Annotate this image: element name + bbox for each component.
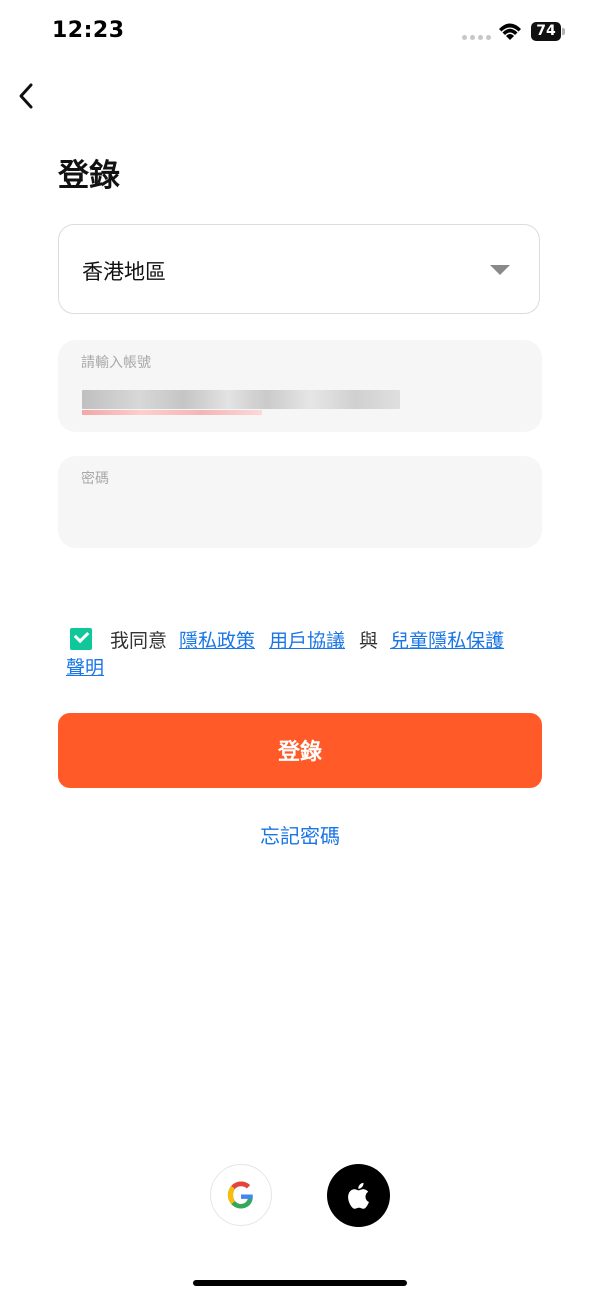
agreement-prefix: 我同意: [110, 630, 168, 652]
status-time: 12:23: [52, 18, 125, 43]
agreement-checkbox[interactable]: [70, 628, 92, 650]
apple-icon: [348, 1182, 369, 1209]
region-value: 香港地區: [82, 260, 166, 284]
password-label: 密碼: [81, 471, 109, 487]
privacy-policy-link[interactable]: 隱私政策: [179, 630, 255, 652]
battery-icon: 74: [531, 22, 565, 42]
google-icon: [227, 1181, 253, 1209]
page-title: 登錄: [58, 158, 120, 194]
battery-level: 74: [531, 22, 561, 41]
wifi-icon: [499, 23, 521, 40]
password-field[interactable]: 密碼: [58, 456, 542, 548]
agreement-and: 與: [359, 630, 379, 652]
masked-account-value: [82, 390, 400, 415]
agreement-row: 我同意 隱私政策 用戶協議與兒童隱私保護 聲明: [66, 628, 545, 682]
login-button[interactable]: 登錄: [58, 713, 542, 788]
child-privacy-link-continuation[interactable]: 聲明: [66, 655, 545, 682]
child-privacy-link[interactable]: 兒童隱私保護: [390, 630, 504, 652]
account-field[interactable]: 請輸入帳號: [58, 340, 542, 432]
forgot-password-link[interactable]: 忘記密碼: [0, 820, 600, 849]
chevron-left-icon[interactable]: [16, 80, 40, 112]
password-input[interactable]: [80, 496, 514, 534]
google-login-button[interactable]: [210, 1164, 272, 1226]
region-select[interactable]: 香港地區: [58, 224, 540, 314]
apple-login-button[interactable]: [327, 1164, 390, 1227]
chevron-down-icon: [490, 265, 510, 275]
signal-icon: [462, 35, 492, 41]
home-indicator: [193, 1280, 407, 1286]
user-agreement-link[interactable]: 用戶協議: [269, 630, 345, 652]
account-label: 請輸入帳號: [81, 355, 151, 371]
